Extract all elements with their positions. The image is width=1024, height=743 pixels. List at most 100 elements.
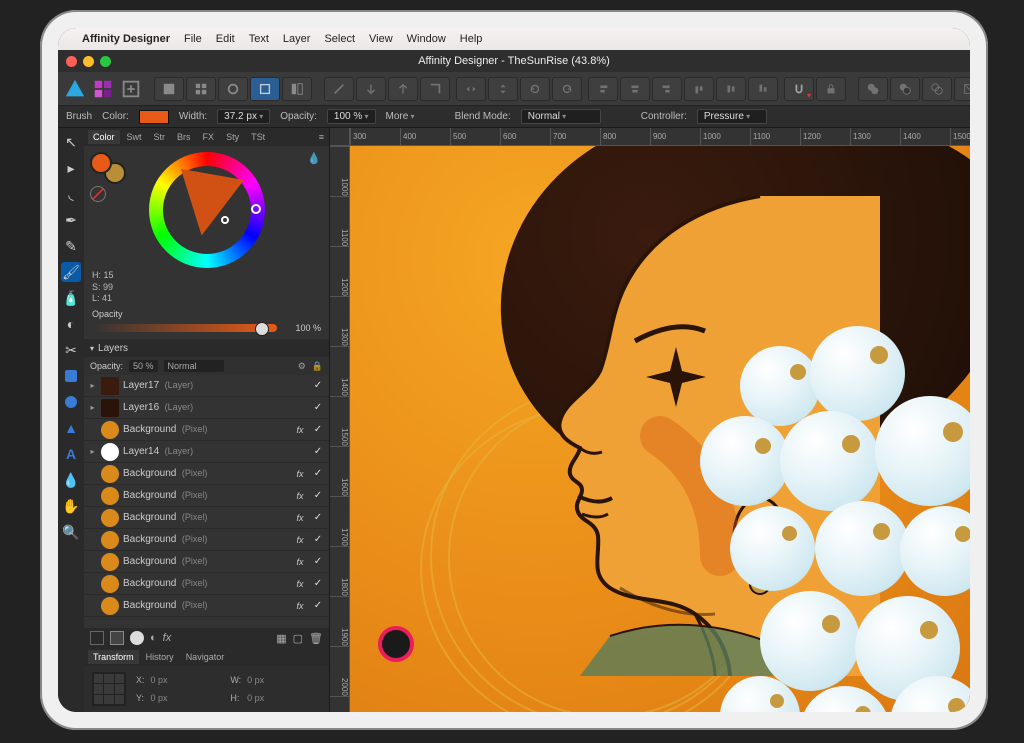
layer-thumbnail[interactable]: [101, 509, 119, 527]
layer-thumbnail[interactable]: [101, 531, 119, 549]
layer-visibility-checkbox[interactable]: ✓: [311, 556, 325, 567]
node-tool-icon[interactable]: ▸: [61, 158, 81, 178]
toolbar-move-front-icon[interactable]: [420, 77, 450, 101]
color-opacity-value[interactable]: 100 %: [283, 323, 321, 333]
menu-window[interactable]: Window: [407, 33, 446, 45]
context-blendmode-field[interactable]: Normal: [521, 109, 601, 124]
layer-visibility-checkbox[interactable]: ✓: [311, 446, 325, 457]
toolbar-move-backward-icon[interactable]: [356, 77, 386, 101]
layer-row[interactable]: Background (Pixel)fx✓: [84, 595, 329, 617]
menu-select[interactable]: Select: [324, 33, 355, 45]
layer-thumbnail[interactable]: [101, 465, 119, 483]
layer-row[interactable]: Background (Pixel)fx✓: [84, 507, 329, 529]
layer-name[interactable]: Background (Pixel): [123, 490, 289, 501]
horizontal-ruler[interactable]: 3004005006007008009001000110012001300140…: [350, 128, 970, 146]
layer-visibility-checkbox[interactable]: ✓: [311, 424, 325, 435]
layer-row[interactable]: Background (Pixel)fx✓: [84, 419, 329, 441]
add-pixel-layer-icon[interactable]: ▦: [276, 632, 286, 645]
toolbar-add-icon[interactable]: [858, 77, 888, 101]
color-opacity-slider[interactable]: [92, 324, 277, 332]
toolbar-move-forward-icon[interactable]: [388, 77, 418, 101]
layers-lock-icon[interactable]: 🔒: [312, 361, 323, 372]
layer-row[interactable]: ▸ Layer16 (Layer) ✓: [84, 397, 329, 419]
layer-fx-badge[interactable]: fx: [293, 491, 307, 501]
toolbar-align-center-h-icon[interactable]: [620, 77, 650, 101]
color-wheel[interactable]: [149, 152, 265, 268]
fill-tool-icon[interactable]: 🧴: [61, 288, 81, 308]
add-layer-icon[interactable]: ▢: [293, 632, 303, 645]
layer-disclosure-icon[interactable]: ▸: [88, 403, 97, 412]
layer-name[interactable]: Background (Pixel): [123, 600, 289, 611]
transform-h-field[interactable]: 0 px: [247, 693, 321, 703]
layer-thumbnail[interactable]: [101, 597, 119, 615]
tab-stroke[interactable]: Str: [149, 130, 171, 144]
mask-layer-icon[interactable]: [130, 631, 144, 645]
layer-name[interactable]: Background (Pixel): [123, 578, 289, 589]
layer-thumbnail[interactable]: [101, 553, 119, 571]
layers-settings-icon[interactable]: ⚙: [298, 361, 306, 372]
layer-row[interactable]: ▸Layer14 (Layer)✓: [84, 441, 329, 463]
layer-fx-badge[interactable]: fx: [293, 601, 307, 611]
tab-styles[interactable]: Sty: [221, 130, 244, 144]
shape-rectangle-tool-icon[interactable]: [61, 366, 81, 386]
sl-indicator[interactable]: [221, 216, 229, 224]
context-opacity-field[interactable]: 100 %: [327, 109, 376, 124]
crop-tool-icon[interactable]: ✂: [61, 340, 81, 360]
layer-row[interactable]: Background (Pixel)fx✓: [84, 551, 329, 573]
toolbar-retina-view-icon[interactable]: [218, 77, 248, 101]
menu-edit[interactable]: Edit: [216, 33, 235, 45]
transparency-tool-icon[interactable]: ◐: [61, 314, 81, 334]
layer-fx-badge[interactable]: fx: [293, 557, 307, 567]
menu-text[interactable]: Text: [249, 33, 269, 45]
delete-layer-icon[interactable]: 🗑: [309, 632, 323, 645]
menu-file[interactable]: File: [184, 33, 202, 45]
layer-thumbnail[interactable]: [101, 421, 119, 439]
layers-expand-icon[interactable]: ▾: [90, 344, 94, 353]
layer-name[interactable]: Layer14 (Layer): [123, 446, 289, 457]
layer-visibility-checkbox[interactable]: ✓: [311, 402, 325, 413]
layer-thumbnail[interactable]: [101, 443, 119, 461]
assistant-icon[interactable]: [110, 631, 124, 645]
menu-help[interactable]: Help: [460, 33, 483, 45]
layer-row[interactable]: Background (Pixel) fx ✓: [84, 573, 329, 595]
toolbar-divide-icon[interactable]: [954, 77, 970, 101]
layer-fx-badge[interactable]: fx: [293, 469, 307, 479]
toolbar-align-left-icon[interactable]: [588, 77, 618, 101]
tab-navigator[interactable]: Navigator: [181, 650, 230, 664]
toolbar-align-bottom-icon[interactable]: [748, 77, 778, 101]
edit-all-layers-icon[interactable]: [90, 631, 104, 645]
layer-fx-badge[interactable]: fx: [293, 579, 307, 589]
layer-visibility-checkbox[interactable]: ✓: [311, 468, 325, 479]
toolbar-lock-children-icon[interactable]: [816, 77, 846, 101]
vector-brush-tool-icon[interactable]: 🖌: [61, 262, 81, 282]
layer-row[interactable]: Background (Pixel)fx✓: [84, 485, 329, 507]
transform-x-field[interactable]: 0 px: [151, 675, 225, 685]
tab-brushes[interactable]: Brs: [172, 130, 196, 144]
toolbar-align-top-icon[interactable]: [684, 77, 714, 101]
color-picker-tool-icon[interactable]: 💧: [61, 470, 81, 490]
layer-thumbnail[interactable]: [101, 575, 119, 593]
toolbar-flip-h-icon[interactable]: [456, 77, 486, 101]
app-name[interactable]: Affinity Designer: [82, 33, 170, 45]
layer-fx-badge[interactable]: fx: [293, 425, 307, 435]
layer-fx-badge[interactable]: fx: [293, 513, 307, 523]
layer-thumbnail[interactable]: [101, 399, 119, 417]
pixel-persona-icon[interactable]: [92, 76, 114, 102]
pencil-tool-icon[interactable]: ✎: [61, 236, 81, 256]
layer-effects-icon[interactable]: fx: [163, 632, 172, 644]
transform-y-field[interactable]: 0 px: [151, 693, 225, 703]
artwork-canvas[interactable]: [350, 146, 970, 712]
layer-row[interactable]: Background (Pixel)fx✓: [84, 529, 329, 551]
layers-opacity-field[interactable]: 50 %: [129, 360, 158, 372]
export-persona-icon[interactable]: [120, 76, 142, 102]
shape-triangle-tool-icon[interactable]: ▲: [61, 418, 81, 438]
context-width-field[interactable]: 37.2 px: [217, 109, 270, 124]
toolbar-rotate-ccw-icon[interactable]: [520, 77, 550, 101]
layer-visibility-checkbox[interactable]: ✓: [311, 578, 325, 589]
layer-thumbnail[interactable]: [101, 487, 119, 505]
layers-blend-field[interactable]: Normal: [164, 360, 224, 372]
hue-indicator[interactable]: [251, 204, 261, 214]
layer-name[interactable]: Layer16 (Layer): [123, 402, 289, 413]
context-more-button[interactable]: More: [386, 111, 415, 122]
adjustment-layer-icon[interactable]: ◐: [150, 632, 157, 644]
